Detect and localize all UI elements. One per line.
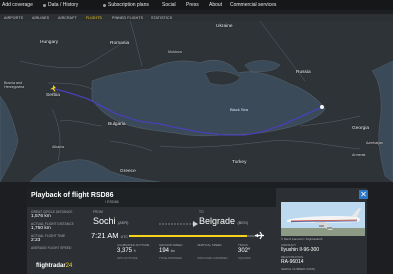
to-label: TO: [199, 210, 204, 214]
gps-altitude-label: GPS ALTITUDE: [117, 256, 138, 260]
label-romania: Romania: [110, 41, 130, 46]
label-russia: Russia: [296, 70, 311, 75]
tab-pinned-flights[interactable]: PINNED FLIGHTS: [112, 16, 143, 20]
track-label: TRACK: [238, 243, 248, 247]
from-label: FROM: [93, 210, 103, 214]
serial-number-label: SERIAL NUMBER (MSN): [281, 267, 315, 271]
top-navigation: Add coverage Data / History Subscription…: [0, 0, 393, 10]
label-ukraine: Ukraine: [216, 24, 233, 29]
aircraft-photo-image: [281, 202, 365, 236]
clock-icon: [43, 3, 46, 7]
indicated-airspeed-label: INDICATED AIRSPEED: [197, 256, 228, 260]
squawk-label: SQUAWK: [238, 256, 251, 260]
label-serbia: Serbia: [46, 93, 60, 98]
close-button[interactable]: ✕: [359, 190, 368, 199]
flight-time-value: 2:23: [31, 238, 41, 243]
track-value: 302°: [238, 248, 251, 254]
label-georgia: Georgia: [352, 126, 370, 131]
progress-plane-icon[interactable]: [255, 231, 264, 240]
route-info: FROM TO Sochi (AER) Belgrade (BEG) 7:21 …: [79, 207, 276, 274]
panel-subtitle: / RSD86: [105, 200, 119, 204]
ground-speed-value: 194 kts: [159, 248, 175, 254]
avg-speed-label: AVERAGE FLIGHT SPEED: [31, 246, 72, 250]
tab-statistics[interactable]: STATISTICS: [151, 16, 172, 20]
map-canvas: [0, 21, 393, 182]
tab-airlines[interactable]: AIRLINES: [32, 16, 49, 20]
nav-press[interactable]: Press: [186, 2, 199, 8]
aircraft-photo[interactable]: [281, 202, 365, 236]
nav-commercial-services[interactable]: Commercial services: [230, 2, 276, 8]
label-azerbaijan: Azerbaijan: [366, 141, 383, 145]
nav-about[interactable]: About: [209, 2, 222, 8]
tab-aircraft[interactable]: AIRCRAFT: [58, 16, 77, 20]
playback-progress-fill: [129, 235, 247, 237]
great-circle-value: 1,576 km: [31, 214, 51, 219]
label-black-sea: Black Sea: [230, 107, 249, 112]
flightradar24-logo[interactable]: flightradar24: [36, 263, 72, 269]
flight-map[interactable]: Hungary Romania Moldova Ukraine Bosnia a…: [0, 21, 393, 182]
label-albania: Albania: [52, 145, 64, 149]
playback-time: 7:21 AM UTC: [91, 231, 129, 240]
photo-credit[interactable]: © Ramil Ivanovich / Flightradar24: [281, 237, 322, 241]
label-armenia: Armenia: [352, 153, 366, 157]
calibrated-altitude-label: CALIBRATED ALTITUDE: [117, 243, 150, 247]
label-hungary: Hungary: [40, 40, 59, 45]
tab-airports[interactable]: AIRPORTS: [4, 16, 23, 20]
true-airspeed-label: TRUE AIRSPEED: [159, 256, 183, 260]
ground-speed-label: GROUND SPEED: [159, 243, 183, 247]
label-bulgaria: Bulgaria: [108, 122, 126, 127]
playback-panel: Playback of flight RSD86 / RSD86 GREAT C…: [27, 188, 368, 274]
label-moldova: Moldova: [168, 50, 182, 54]
label-turkey: Turkey: [232, 160, 247, 165]
destination-city[interactable]: Belgrade (BEG): [199, 216, 248, 226]
origin-marker[interactable]: [320, 105, 324, 109]
registration-value[interactable]: RA-96014: [281, 259, 304, 265]
label-greece: Greece: [120, 169, 136, 174]
label-bosnia: Bosnia and Herzegovina: [4, 81, 25, 89]
panel-title: Playback of flight RSD86: [31, 192, 114, 199]
tab-flights[interactable]: FLIGHTS: [86, 16, 102, 20]
nav-add-coverage[interactable]: Add coverage: [2, 2, 33, 8]
calibrated-altitude-value: 3,375 ft: [117, 248, 136, 254]
origin-city[interactable]: Sochi (AER): [93, 216, 128, 226]
actual-distance-value: 1,750 km: [31, 226, 51, 231]
aircraft-info: ✕ © Ramil Ivanovich / Flightradar24 AIRC…: [276, 188, 368, 274]
category-bar: AIRPORTS AIRLINES AIRCRAFT FLIGHTS PINNE…: [0, 14, 393, 21]
route-arrow-icon: [159, 221, 198, 227]
nav-social[interactable]: Social: [162, 2, 176, 8]
vertical-speed-label: VERTICAL SPEED: [197, 243, 222, 247]
nav-data-history[interactable]: Data / History: [43, 2, 78, 8]
aircraft-type-value: Ilyushin Il-96-300: [281, 247, 320, 253]
star-icon: [103, 3, 106, 7]
nav-subscription-plans[interactable]: Subscription plans: [103, 2, 149, 8]
